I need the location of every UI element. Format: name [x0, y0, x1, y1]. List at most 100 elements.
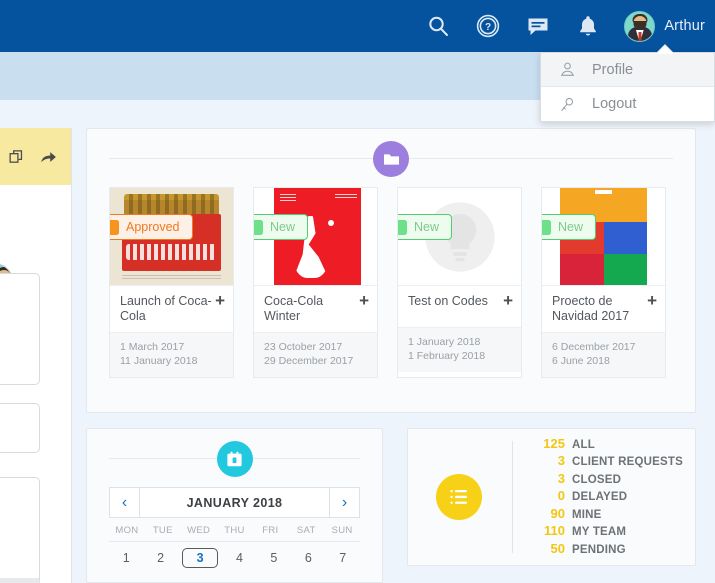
task-count: 110	[535, 523, 565, 539]
weekday-label: SAT	[288, 525, 324, 536]
key-icon	[559, 96, 576, 113]
card-date-start: 1 January 2018	[408, 335, 511, 349]
task-summary-row[interactable]: 110 MY TEAM	[535, 523, 683, 541]
calendar-prev-month-button[interactable]: ‹	[110, 488, 140, 517]
add-to-card-button[interactable]: +	[215, 294, 225, 307]
calendar-day[interactable]: 4	[222, 551, 256, 568]
project-card[interactable]: New Test on Codes + 1 January 2018 1 Feb…	[397, 187, 522, 378]
task-summary-row[interactable]: 3 CLIENT REQUESTS	[535, 453, 683, 471]
card-dates: 23 October 2017 29 December 2017	[254, 333, 377, 377]
message-bubble	[0, 273, 40, 385]
task-summary-content: 125 ALL 3 CLIENT REQUESTS 3 CLOSED 0 DEL…	[408, 429, 695, 565]
status-label: New	[414, 220, 439, 234]
app-root: ? Arthur	[0, 0, 715, 583]
user-dropdown-menu: Profile Logout	[540, 52, 715, 122]
status-label: New	[270, 220, 295, 234]
weekday-label: THU	[217, 525, 253, 536]
task-label: DELAYED	[572, 490, 627, 506]
calendar-day[interactable]: 5	[257, 551, 291, 568]
project-card[interactable]: Approved Launch of Coca-Cola + 1 March 2…	[109, 187, 234, 378]
card-date-start: 6 December 2017	[552, 340, 655, 354]
bell-icon[interactable]	[576, 14, 600, 38]
task-summary-row[interactable]: 125 ALL	[535, 436, 683, 454]
card-title: Proecto de Navidad 2017	[552, 294, 647, 324]
left-side-panel	[0, 128, 72, 583]
add-to-card-button[interactable]: +	[359, 294, 369, 307]
weekday-label: WED	[181, 525, 217, 536]
task-label: MINE	[572, 508, 602, 524]
project-card[interactable]: New Proecto de Navidad 2017 + 6 December…	[541, 187, 666, 378]
calendar-day-selected[interactable]: 3	[182, 548, 218, 568]
calendar-icon	[217, 441, 253, 477]
card-dates: 1 January 2018 1 February 2018	[398, 328, 521, 372]
menu-item-logout[interactable]: Logout	[541, 87, 714, 121]
search-icon[interactable]	[426, 14, 450, 38]
weekday-label: FRI	[252, 525, 288, 536]
weekday-label: TUE	[145, 525, 181, 536]
calendar-panel: ‹ JANUARY 2018 › MON TUE WED THU FRI SAT…	[86, 428, 383, 583]
task-count: 3	[535, 453, 565, 469]
card-date-start: 23 October 2017	[264, 340, 367, 354]
status-badge: New	[398, 214, 452, 240]
task-label: PENDING	[572, 543, 626, 559]
left-panel-toolbar	[0, 128, 71, 185]
add-to-card-button[interactable]: +	[647, 294, 657, 307]
list-icon	[436, 474, 482, 520]
help-icon[interactable]: ?	[476, 14, 500, 38]
calendar-day-row: 1 2 3 4 5 6 7	[109, 542, 360, 568]
card-title-row: Launch of Coca-Cola +	[110, 286, 233, 333]
user-name-label: Arthur	[664, 18, 705, 34]
status-label: New	[558, 220, 583, 234]
menu-item-profile[interactable]: Profile	[541, 53, 714, 87]
projects-panel: Approved Launch of Coca-Cola + 1 March 2…	[86, 128, 696, 413]
task-count: 90	[535, 506, 565, 522]
card-title-row: Test on Codes +	[398, 286, 521, 328]
avatar	[624, 11, 655, 42]
card-date-end: 29 December 2017	[264, 354, 367, 368]
weekday-label: MON	[109, 525, 145, 536]
svg-text:?: ?	[485, 22, 491, 33]
status-badge: Approved	[110, 214, 193, 240]
card-thumbnail: Approved	[110, 188, 233, 286]
calendar-next-month-button[interactable]: ›	[329, 488, 359, 517]
user-menu-trigger[interactable]: Arthur	[624, 11, 705, 42]
status-swatch	[110, 220, 119, 235]
add-to-card-button[interactable]: +	[503, 294, 513, 307]
card-date-end: 11 January 2018	[120, 354, 223, 368]
message-bubble	[0, 477, 40, 583]
card-title-row: Coca-Cola Winter +	[254, 286, 377, 333]
calendar-day[interactable]: 7	[326, 551, 360, 568]
forward-arrow-icon[interactable]	[39, 148, 56, 165]
projects-section-header	[87, 129, 695, 187]
task-label: MY TEAM	[572, 525, 626, 541]
calendar-weekday-header: MON TUE WED THU FRI SAT SUN	[109, 518, 360, 542]
copy-icon[interactable]	[8, 148, 25, 165]
status-swatch	[254, 220, 263, 235]
calendar-day[interactable]: 1	[109, 551, 143, 568]
task-label: ALL	[572, 438, 595, 454]
calendar-day[interactable]: 2	[143, 551, 177, 568]
calendar-navigation: ‹ JANUARY 2018 ›	[109, 487, 360, 518]
calendar-section-header	[87, 429, 382, 487]
person-icon	[559, 61, 576, 78]
message-bubble	[0, 403, 40, 453]
weekday-label: SUN	[324, 525, 360, 536]
status-badge: New	[542, 214, 596, 240]
card-thumbnail: New	[254, 188, 377, 286]
task-summary-row[interactable]: 90 MINE	[535, 506, 683, 524]
task-count: 0	[535, 488, 565, 504]
task-summary-list: 125 ALL 3 CLIENT REQUESTS 3 CLOSED 0 DEL…	[513, 436, 683, 559]
chat-icon[interactable]	[526, 14, 550, 38]
task-summary-panel: 125 ALL 3 CLIENT REQUESTS 3 CLOSED 0 DEL…	[407, 428, 696, 566]
status-swatch	[542, 220, 551, 235]
task-label: CLOSED	[572, 473, 621, 489]
card-dates: 1 March 2017 11 January 2018	[110, 333, 233, 377]
task-summary-row[interactable]: 3 CLOSED	[535, 471, 683, 489]
card-date-end: 1 February 2018	[408, 349, 511, 363]
card-title-row: Proecto de Navidad 2017 +	[542, 286, 665, 333]
task-summary-row[interactable]: 50 PENDING	[535, 541, 683, 559]
card-date-end: 6 June 2018	[552, 354, 655, 368]
calendar-day[interactable]: 6	[291, 551, 325, 568]
project-card[interactable]: New Coca-Cola Winter + 23 October 2017 2…	[253, 187, 378, 378]
task-summary-row[interactable]: 0 DELAYED	[535, 488, 683, 506]
